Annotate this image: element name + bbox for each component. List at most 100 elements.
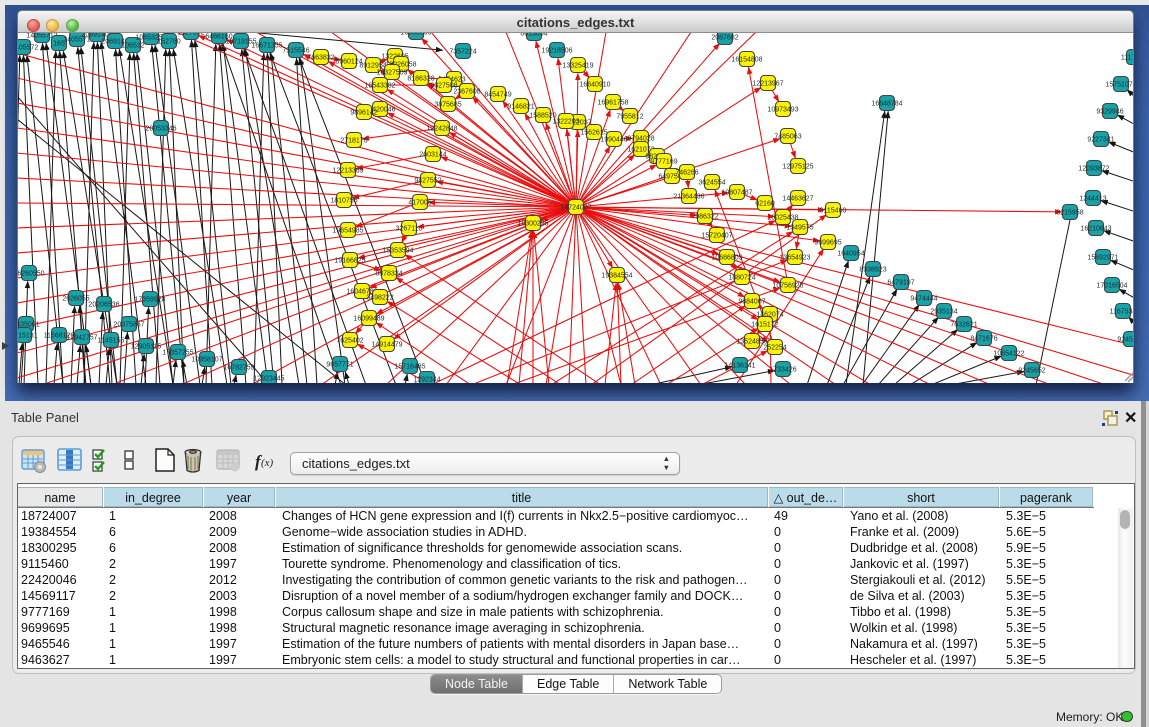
svg-text:7632621: 7632621 — [950, 321, 977, 328]
svg-text:16782759: 16782759 — [223, 364, 254, 371]
svg-text:6479197: 6479197 — [887, 279, 914, 286]
svg-text:62160: 62160 — [755, 200, 775, 207]
svg-text:10756928: 10756928 — [772, 282, 803, 289]
svg-text:12213369: 12213369 — [332, 167, 363, 174]
svg-text:17359928: 17359928 — [134, 296, 165, 303]
svg-text:15353594: 15353594 — [382, 247, 413, 254]
svg-text:16961758: 16961758 — [597, 99, 628, 106]
svg-text:21364436: 21364436 — [673, 193, 704, 200]
svg-text:14463627: 14463627 — [782, 195, 813, 202]
svg-text:(x): (x) — [261, 457, 274, 469]
svg-text:9474444: 9474444 — [910, 295, 937, 302]
svg-text:2603144: 2603144 — [419, 151, 446, 158]
svg-text:9115460: 9115460 — [820, 207, 847, 214]
svg-text:19166825: 19166825 — [334, 257, 365, 264]
svg-text:1733426: 1733426 — [769, 366, 796, 373]
svg-text:7357224: 7357224 — [449, 48, 476, 55]
svg-text:11405572: 11405572 — [18, 44, 38, 51]
svg-text:12975125: 12975125 — [782, 163, 813, 170]
svg-text:10807487: 10807487 — [721, 189, 752, 196]
svg-text:16648784: 16648784 — [871, 100, 902, 107]
svg-text:3915131: 3915131 — [18, 332, 38, 339]
svg-text:7625402: 7625402 — [336, 337, 363, 344]
svg-text:18300295: 18300295 — [517, 220, 548, 227]
svg-text:1880724: 1880724 — [728, 274, 755, 281]
svg-text:8454749: 8454749 — [484, 91, 511, 98]
svg-text:252254: 252254 — [763, 344, 786, 351]
svg-text:2935134: 2935134 — [930, 308, 957, 315]
svg-text:1810755: 1810755 — [330, 197, 357, 204]
svg-text:3498222: 3498222 — [366, 294, 393, 301]
svg-text:10654122: 10654122 — [993, 350, 1024, 357]
svg-text:10686809: 10686809 — [711, 254, 742, 261]
svg-text:3875685: 3875685 — [434, 101, 461, 108]
svg-text:2087682: 2087682 — [711, 34, 738, 41]
svg-text:19384554: 19384554 — [601, 272, 632, 279]
svg-text:2718176: 2718176 — [340, 137, 367, 144]
svg-text:152760: 152760 — [157, 38, 180, 45]
svg-text:15720407: 15720407 — [701, 232, 732, 239]
svg-text:1615172: 1615172 — [751, 321, 778, 328]
svg-text:3267110: 3267110 — [396, 225, 423, 232]
svg-text:7955812: 7955812 — [616, 113, 643, 120]
svg-text:7986322: 7986322 — [691, 213, 718, 220]
svg-text:18327509: 18327509 — [376, 69, 407, 76]
svg-text:20975867: 20975867 — [113, 321, 144, 328]
svg-text:16671355: 16671355 — [251, 42, 282, 49]
svg-text:9245231: 9245231 — [1117, 336, 1133, 343]
svg-text:1117534: 1117534 — [1121, 54, 1133, 61]
svg-text:1562615: 1562615 — [580, 129, 607, 136]
svg-text:14914479: 14914479 — [371, 341, 402, 348]
svg-text:1349575: 1349575 — [786, 224, 813, 231]
svg-text:1322203: 1322203 — [552, 118, 579, 125]
svg-text:417006: 417006 — [408, 199, 431, 206]
svg-text:9427552: 9427552 — [414, 177, 441, 184]
svg-text:9227341: 9227341 — [1087, 136, 1114, 143]
svg-text:1292344: 1292344 — [413, 376, 440, 383]
svg-text:8938923: 8938923 — [859, 266, 886, 273]
svg-text:1527602: 1527602 — [177, 33, 204, 36]
svg-text:15692971: 15692971 — [1087, 254, 1118, 261]
svg-text:17016504: 17016504 — [1096, 282, 1127, 289]
svg-text:9657771: 9657771 — [326, 361, 353, 368]
svg-text:9245652: 9245652 — [1018, 367, 1045, 374]
svg-text:8471676: 8471676 — [970, 335, 997, 342]
svg-text:16543382: 16543382 — [364, 82, 395, 89]
svg-text:9884067: 9884067 — [738, 298, 765, 305]
svg-text:3624554: 3624554 — [698, 179, 725, 186]
svg-text:16033809: 16033809 — [400, 33, 431, 36]
svg-text:8912954: 8912954 — [359, 62, 386, 69]
svg-text:2367608: 2367608 — [453, 88, 480, 95]
svg-text:1145155: 1145155 — [98, 337, 125, 344]
svg-text:12905115: 12905115 — [131, 343, 162, 350]
svg-text:15751074: 15751074 — [1105, 81, 1133, 88]
svg-text:106532: 106532 — [121, 42, 144, 49]
svg-text:10958107: 10958107 — [191, 356, 222, 363]
svg-text:16154808: 16154808 — [731, 56, 762, 63]
svg-text:28053346: 28053346 — [145, 125, 176, 132]
svg-text:12093872: 12093872 — [1078, 165, 1109, 172]
svg-text:7515546: 7515546 — [282, 47, 309, 54]
svg-text:7663822: 7663822 — [307, 54, 334, 61]
svg-text:10973493: 10973493 — [767, 106, 798, 113]
svg-text:1167534: 1167534 — [1110, 308, 1133, 315]
svg-text:26260550: 26260550 — [18, 270, 45, 277]
svg-text:16099489: 16099489 — [353, 315, 384, 322]
svg-text:8813054: 8813054 — [520, 33, 547, 37]
svg-text:13325419: 13325419 — [562, 62, 593, 69]
svg-text:8878334: 8878334 — [375, 270, 402, 277]
svg-text:1244413: 1244413 — [1079, 195, 1106, 202]
svg-text:7485063: 7485063 — [774, 133, 801, 140]
svg-text:12242848: 12242848 — [426, 125, 457, 132]
svg-text:12942757: 12942757 — [66, 334, 97, 341]
svg-text:14136141: 14136141 — [724, 362, 755, 369]
svg-text:18724007: 18724007 — [560, 204, 591, 211]
svg-text:12213967: 12213967 — [752, 80, 783, 87]
svg-text:9329946: 9329946 — [1096, 108, 1123, 115]
svg-text:12923445: 12923445 — [253, 375, 284, 382]
svg-text:8186328: 8186328 — [407, 75, 434, 82]
svg-text:17357255: 17357255 — [162, 349, 193, 356]
svg-text:19218506: 19218506 — [541, 47, 572, 54]
svg-text:16640910: 16640910 — [579, 81, 610, 88]
svg-text:8215958: 8215958 — [1056, 209, 1083, 216]
